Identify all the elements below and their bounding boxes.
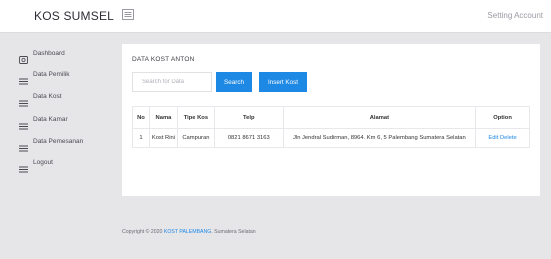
sidebar-item-data-pemesanan[interactable]: Data Pemesanan <box>0 135 112 152</box>
sidebar-item-label: Dashboard <box>33 50 65 57</box>
search-input[interactable] <box>132 72 212 92</box>
kost-table: No Nama Tipe Kos Telp Alamat Option 1 Ko… <box>132 106 530 148</box>
column-header-telp: Telp <box>213 106 284 129</box>
brand-logo[interactable]: KOS SUMSEL <box>34 9 114 23</box>
table-row: 1 Kost Rini Campuran 0821 8671 3163 Jln … <box>132 128 530 148</box>
column-header-no: No <box>132 106 150 129</box>
table-header-row: No Nama Tipe Kos Telp Alamat Option <box>132 106 530 129</box>
sidebar-item-label: Data Kost <box>33 93 62 100</box>
column-header-alamat: Alamat <box>282 106 477 129</box>
cell-nama-link[interactable]: Kost Rini <box>148 128 178 148</box>
list-icon <box>19 94 28 107</box>
sidebar-item-label: Data Pemilik <box>33 71 70 78</box>
top-navbar: KOS SUMSEL Setting Account <box>0 0 551 33</box>
cell-option: Edit Delete <box>475 128 530 148</box>
column-header-tipe-kos: Tipe Kos <box>176 106 215 129</box>
sidebar-item-logout[interactable]: Logout <box>0 156 112 173</box>
sidebar-item-dashboard[interactable]: Dashboard <box>0 47 112 64</box>
list-icon <box>19 139 28 152</box>
footer-suffix: . Sumatera Selatan <box>211 229 256 235</box>
cell-telp: 0821 8671 3163 <box>213 128 284 148</box>
data-kost-card: DATA KOST ANTON Search Insert Kost No Na… <box>122 44 540 196</box>
sidebar-item-label: Data Kamar <box>33 116 68 123</box>
list-icon <box>19 160 28 173</box>
sidebar-item-label: Data Pemesanan <box>33 138 84 145</box>
footer: Copyright © 2020 KOST PALEMBANG. Sumater… <box>122 229 256 235</box>
sidebar-item-data-kamar[interactable]: Data Kamar <box>0 113 112 130</box>
setting-account-link[interactable]: Setting Account <box>487 11 543 20</box>
sidebar-item-data-pemilik[interactable]: Data Pemilik <box>0 68 112 85</box>
delete-link[interactable]: Delete <box>500 135 517 141</box>
sidebar-item-data-kost[interactable]: Data Kost <box>0 90 112 107</box>
edit-link[interactable]: Edit <box>488 135 498 141</box>
page-title: DATA KOST ANTON <box>132 56 195 63</box>
cell-alamat: Jln Jendral Sudirman, 8964. Km 6, 5 Pale… <box>282 128 477 148</box>
sidebar: Dashboard Data Pemilik Data Kost Data Ka… <box>0 33 112 259</box>
list-icon <box>19 72 28 85</box>
sidebar-item-label: Logout <box>33 159 53 166</box>
cell-no: 1 <box>132 128 150 148</box>
insert-kost-button[interactable]: Insert Kost <box>259 72 307 92</box>
search-button[interactable]: Search <box>216 72 252 92</box>
hamburger-menu-icon[interactable] <box>122 9 134 20</box>
column-header-nama: Nama <box>148 106 178 129</box>
cell-tipe: Campuran <box>176 128 215 148</box>
footer-copyright: Copyright © 2020 <box>122 229 163 235</box>
footer-link[interactable]: KOST PALEMBANG <box>164 229 211 235</box>
list-icon <box>19 117 28 130</box>
dashboard-icon <box>19 51 28 64</box>
column-header-option: Option <box>475 106 530 129</box>
